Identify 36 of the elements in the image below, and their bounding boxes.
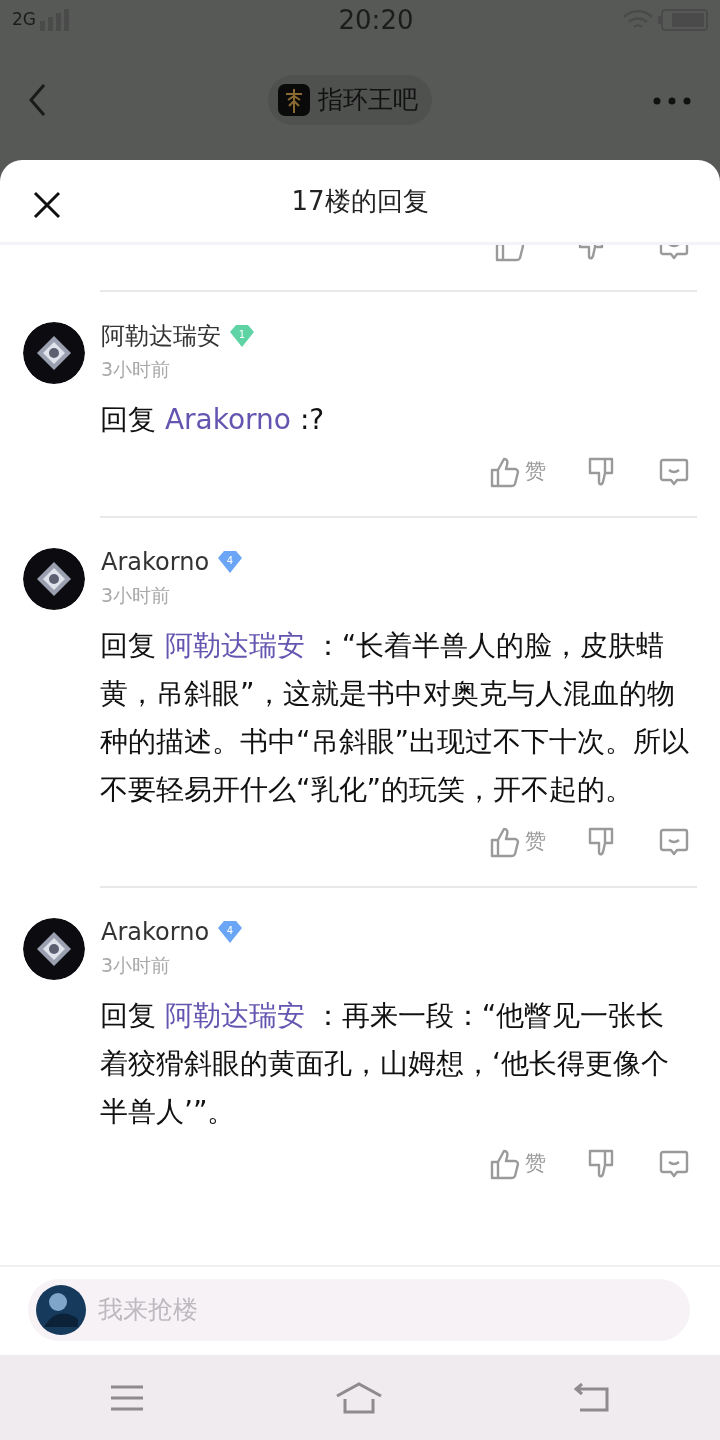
user-name[interactable]: 阿勒达瑞安 [101,322,221,351]
comment-icon [658,826,690,858]
thumbs-up-icon [489,456,521,488]
back-button[interactable] [28,83,48,117]
forum-name: 指环王吧 [318,84,418,117]
post-time: 3小时前 [101,952,172,978]
comment-text: 回复 阿勒达瑞安 ：再来一段：“他瞥见一张长着狡猾斜眼的黄面孔，山姆想，‘他长得更像个半兽人’”。 [100,998,670,1130]
clock: 20:20 [338,3,414,37]
home-button[interactable] [335,1381,383,1414]
user-link[interactable]: 阿勒达瑞安 [164,629,305,662]
post-time: 3小时前 [101,356,172,382]
post-time: 3小时前 [101,582,172,608]
reply-field[interactable]: 我来抢楼 [96,1290,682,1330]
forum-logo-icon [278,84,310,116]
thumbs-up-icon [489,1148,521,1180]
menu-button[interactable] [110,1384,144,1411]
comment-icon [658,1148,690,1180]
comment-text: 回复 阿勒达瑞安 ：“长着半兽人的脸，皮肤蜡黄，吊斜眼”，这就是书中对奥克与人混血的物种的描述。书中“吊斜眼”出现过不下十次。所以不要轻易开什么“乳化”的玩笑，开不起的。 [100,628,690,808]
level-badge: 4 [217,920,244,945]
network-label: 2G [12,8,36,32]
more-icon [652,95,692,106]
level-badge: 4 [217,550,244,575]
comment-text: 回复 Arakorno :? [100,402,326,438]
comment-icon [658,456,690,488]
user-link[interactable]: Arakorno [164,403,291,436]
user-name[interactable]: Arakorno [101,548,210,577]
sheet-title: 17楼的回复 [291,184,429,218]
thumbs-up-icon [489,826,521,858]
user-name[interactable]: Arakorno [101,918,210,947]
reply-button[interactable] [658,1148,690,1180]
user-link[interactable]: 阿勒达瑞安 [164,999,305,1032]
comment-box[interactable]: 我来抢楼 [28,1279,690,1341]
back-nav-button[interactable] [574,1382,610,1413]
reply-button[interactable] [658,456,690,488]
level-badge: 1 [229,324,255,349]
reply-button[interactable] [658,826,690,858]
